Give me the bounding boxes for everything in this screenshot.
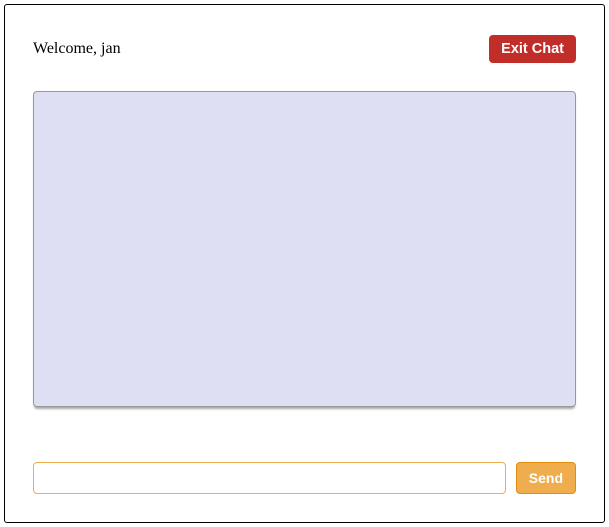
chat-messages-area[interactable] <box>33 91 576 407</box>
header: Welcome, jan Exit Chat <box>5 35 604 63</box>
send-button[interactable]: Send <box>516 462 576 494</box>
welcome-text: Welcome, jan <box>33 40 121 58</box>
exit-chat-button[interactable]: Exit Chat <box>489 35 576 63</box>
chat-window: Welcome, jan Exit Chat Send <box>4 4 605 523</box>
composer-row: Send <box>33 462 576 494</box>
message-input[interactable] <box>33 462 506 494</box>
